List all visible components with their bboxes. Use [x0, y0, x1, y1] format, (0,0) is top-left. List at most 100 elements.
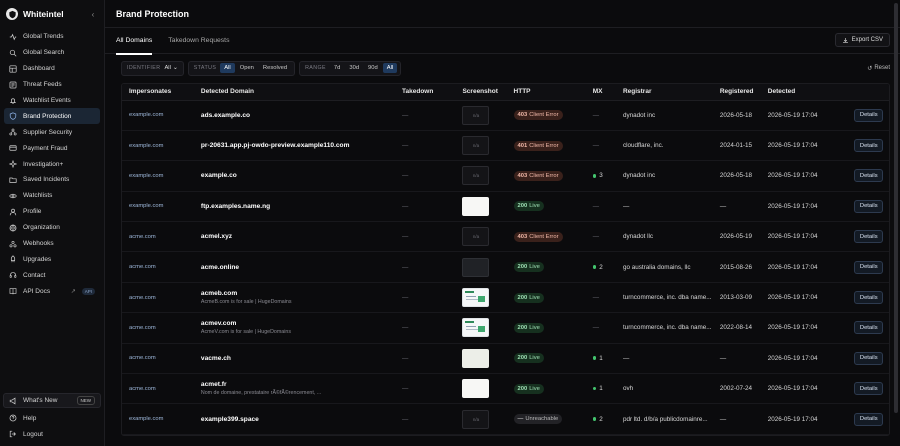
registered-cell: 2013-03-09 — [712, 282, 761, 314]
details-button[interactable]: Details — [854, 199, 884, 213]
http-text: Live — [529, 385, 540, 392]
screenshot-thumbnail[interactable] — [462, 318, 490, 338]
sidebar-item-supplier-security[interactable]: Supplier Security — [4, 124, 100, 140]
column-header-impersonates: Impersonates — [122, 84, 194, 101]
sidebar-item-watchlist-events[interactable]: Watchlist Events — [4, 93, 100, 109]
registrar-cell: go australia domains, llc — [615, 251, 713, 283]
identifier-label: IDENTIFIER — [127, 65, 161, 71]
domain-name[interactable]: acmet.fr — [201, 381, 395, 388]
details-button[interactable]: Details — [854, 351, 884, 365]
sidebar-item-contact[interactable]: Contact — [4, 267, 100, 283]
details-button[interactable]: Details — [854, 108, 884, 122]
whats-new-button[interactable]: What's New NEW — [3, 393, 101, 409]
mx-count: — — [592, 324, 600, 332]
domain-name[interactable]: example399.space — [201, 416, 395, 423]
collapse-sidebar-icon[interactable]: ‹ — [88, 10, 98, 19]
table-row: acme.com acmev.com AcmeV.com is for sale |… — [122, 312, 889, 344]
detected-cell: 2026-05-19 17:04 — [760, 251, 848, 283]
details-button[interactable]: Details — [854, 291, 884, 305]
sidebar-item-profile[interactable]: Profile — [4, 204, 100, 220]
screenshot-thumbnail[interactable]: n/a — [462, 227, 490, 247]
http-code: 401 — [517, 142, 528, 149]
domains-table: Impersonates Detected Domain Takedown Scree… — [121, 83, 890, 436]
details-button[interactable]: Details — [854, 321, 884, 335]
details-button[interactable]: Details — [854, 382, 884, 396]
range-option-7d[interactable]: 7d — [330, 63, 344, 73]
domain-name[interactable]: vacme.ch — [201, 355, 395, 362]
sidebar-item-webhooks[interactable]: Webhooks — [4, 236, 100, 252]
chevron-down-icon: ⌄ — [172, 65, 178, 71]
sidebar-item-dashboard[interactable]: Dashboard — [4, 61, 100, 77]
mx-cell: — — [585, 312, 616, 344]
screenshot-thumbnail[interactable] — [462, 348, 490, 368]
range-option-all[interactable]: All — [382, 63, 398, 73]
actions-cell: Details — [847, 221, 889, 253]
http-code: 200 — [517, 324, 528, 331]
scrollbar[interactable] — [894, 3, 898, 413]
sidebar-item-api-docs[interactable]: API Docs ↗ API — [4, 283, 100, 299]
sidebar-item-investigation[interactable]: Investigation+ — [4, 156, 100, 172]
takedown-cell: — — [395, 312, 456, 344]
details-button[interactable]: Details — [854, 139, 884, 153]
domain-name[interactable]: ftp.examples.name.ng — [201, 203, 395, 210]
screenshot-thumbnail[interactable] — [462, 288, 490, 308]
identifier-filter[interactable]: IDENTIFIER All ⌄ — [121, 60, 184, 76]
screenshot-thumbnail[interactable] — [462, 196, 490, 216]
registered-cell: 2015-08-26 — [712, 251, 761, 283]
tab-all-domains[interactable]: All Domains — [116, 28, 153, 55]
domain-name[interactable]: pr-20631.app.pj-owdo-preview.example110.… — [201, 142, 395, 149]
sidebar-bottom: What's New NEW Help Logout — [0, 393, 104, 446]
mx-cell: 3 — [585, 160, 616, 192]
range-label: RANGE — [305, 65, 326, 71]
screenshot-cell — [455, 373, 507, 405]
help-button[interactable]: Help — [4, 410, 100, 426]
sidebar-item-global-trends[interactable]: Global Trends — [4, 29, 100, 45]
shield-icon — [9, 112, 17, 121]
domain-name[interactable]: acmel.xyz — [201, 233, 395, 240]
takedown-cell: — — [395, 221, 456, 253]
sidebar-item-global-search[interactable]: Global Search — [4, 45, 100, 61]
status-option-open[interactable]: Open — [236, 63, 258, 73]
sidebar-item-organization[interactable]: Organization — [4, 220, 100, 236]
sidebar-item-payment-fraud[interactable]: Payment Fraud — [4, 140, 100, 156]
tab-takedown-requests[interactable]: Takedown Requests — [168, 28, 229, 54]
screenshot-thumbnail[interactable] — [462, 257, 490, 277]
sidebar-item-threat-feeds[interactable]: Threat Feeds — [4, 77, 100, 93]
domain-name[interactable]: ads.example.co — [201, 112, 395, 119]
sidebar-item-label: Dashboard — [23, 65, 55, 73]
logout-button[interactable]: Logout — [4, 426, 100, 442]
sidebar-item-watchlists[interactable]: Watchlists — [4, 188, 100, 204]
sidebar-item-upgrades[interactable]: Upgrades — [4, 251, 100, 267]
screenshot-thumbnail[interactable]: n/a — [462, 136, 490, 156]
details-button[interactable]: Details — [854, 169, 884, 183]
screenshot-thumbnail[interactable] — [462, 379, 490, 399]
status-option-all[interactable]: All — [220, 63, 235, 73]
screenshot-thumbnail[interactable]: n/a — [462, 409, 490, 429]
sidebar-item-brand-protection[interactable]: Brand Protection — [4, 108, 100, 125]
identifier-select[interactable]: All ⌄ — [164, 65, 179, 71]
domain-name[interactable]: acme.online — [201, 264, 395, 271]
details-button[interactable]: Details — [854, 260, 884, 274]
details-button[interactable]: Details — [854, 412, 884, 426]
details-button[interactable]: Details — [854, 230, 884, 244]
domain-page-title: AcmeV.com is for sale | HugeDomains — [200, 329, 291, 336]
sidebar-item-saved-incidents[interactable]: Saved Incidents — [4, 172, 100, 188]
mx-count: 1 — [599, 385, 603, 393]
range-option-30d[interactable]: 30d — [345, 63, 363, 73]
http-cell: 200 Live — [506, 251, 586, 283]
range-filter: RANGE 7d 30d 90d All — [299, 60, 402, 76]
domain-name[interactable]: example.co — [201, 172, 395, 179]
http-code: 200 — [517, 264, 528, 271]
screenshot-cell: n/a — [455, 221, 507, 253]
status-option-resolved[interactable]: Resolved — [259, 63, 291, 73]
takedown-cell: — — [395, 373, 456, 405]
range-option-90d[interactable]: 90d — [364, 63, 382, 73]
screenshot-thumbnail[interactable]: n/a — [462, 166, 490, 186]
table-row: example.com ftp.examples.name.ng —200 Live —… — [122, 191, 889, 223]
reset-button[interactable]: ↺ Reset — [867, 65, 890, 72]
export-csv-button[interactable]: Export CSV — [834, 33, 890, 47]
screenshot-thumbnail[interactable]: n/a — [462, 105, 490, 125]
registrar-cell: turncommerce, inc. dba name... — [615, 312, 713, 344]
domain-name[interactable]: acmeb.com — [201, 290, 395, 297]
domain-name[interactable]: acmev.com — [201, 320, 395, 327]
